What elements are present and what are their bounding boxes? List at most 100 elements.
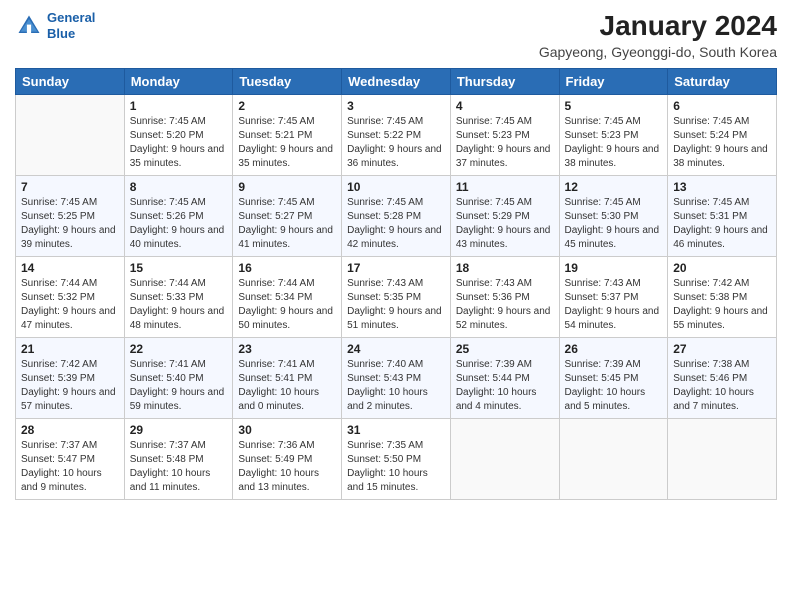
calendar-cell: 11 Sunrise: 7:45 AMSunset: 5:29 PMDayligh… bbox=[450, 176, 559, 257]
day-number: 6 bbox=[673, 99, 771, 113]
calendar-week-row: 7 Sunrise: 7:45 AMSunset: 5:25 PMDaylight… bbox=[16, 176, 777, 257]
calendar-cell: 24 Sunrise: 7:40 AMSunset: 5:43 PMDayligh… bbox=[342, 338, 451, 419]
calendar-week-row: 21Sunrise: 7:42 AMSunset: 5:39 PMDayligh… bbox=[16, 338, 777, 419]
day-number: 9 bbox=[238, 180, 336, 194]
calendar-week-row: 28 Sunrise: 7:37 AMSunset: 5:47 PMDayligh… bbox=[16, 419, 777, 500]
day-info: Sunrise: 7:45 AMSunset: 5:29 PMDaylight:… bbox=[456, 196, 554, 252]
day-number: 1 bbox=[130, 99, 228, 113]
calendar-cell: 18 Sunrise: 7:43 AMSunset: 5:36 PMDayligh… bbox=[450, 257, 559, 338]
calendar-table: SundayMondayTuesdayWednesdayThursdayFrid… bbox=[15, 68, 777, 500]
day-number: 17 bbox=[347, 261, 445, 275]
day-info: Sunrise: 7:37 AMSunset: 5:47 PMDaylight:… bbox=[21, 439, 119, 495]
calendar-cell: 29 Sunrise: 7:37 AMSunset: 5:48 PMDayligh… bbox=[124, 419, 233, 500]
calendar-cell: 27Sunrise: 7:38 AMSunset: 5:46 PMDayligh… bbox=[668, 338, 777, 419]
calendar-cell: 5 Sunrise: 7:45 AMSunset: 5:23 PMDaylight… bbox=[559, 95, 668, 176]
day-info: Sunrise: 7:45 AMSunset: 5:23 PMDaylight:… bbox=[565, 115, 663, 171]
calendar-week-row: 1 Sunrise: 7:45 AMSunset: 5:20 PMDaylight… bbox=[16, 95, 777, 176]
calendar-cell: 16Sunrise: 7:44 AMSunset: 5:34 PMDayligh… bbox=[233, 257, 342, 338]
day-info: Sunrise: 7:42 AMSunset: 5:39 PMDaylight:… bbox=[21, 358, 119, 414]
day-number: 2 bbox=[238, 99, 336, 113]
day-info: Sunrise: 7:45 AMSunset: 5:21 PMDaylight:… bbox=[238, 115, 336, 171]
weekday-header: Sunday bbox=[16, 69, 125, 95]
logo-line2: Blue bbox=[47, 26, 75, 41]
day-number: 11 bbox=[456, 180, 554, 194]
day-number: 5 bbox=[565, 99, 663, 113]
calendar-cell: 2 Sunrise: 7:45 AMSunset: 5:21 PMDaylight… bbox=[233, 95, 342, 176]
calendar-cell: 4 Sunrise: 7:45 AMSunset: 5:23 PMDaylight… bbox=[450, 95, 559, 176]
calendar-cell: 25 Sunrise: 7:39 AMSunset: 5:44 PMDayligh… bbox=[450, 338, 559, 419]
calendar-cell bbox=[668, 419, 777, 500]
day-number: 3 bbox=[347, 99, 445, 113]
calendar-cell: 10Sunrise: 7:45 AMSunset: 5:28 PMDayligh… bbox=[342, 176, 451, 257]
day-info: Sunrise: 7:45 AMSunset: 5:20 PMDaylight:… bbox=[130, 115, 228, 171]
calendar-body: 1 Sunrise: 7:45 AMSunset: 5:20 PMDaylight… bbox=[16, 95, 777, 500]
day-info: Sunrise: 7:41 AMSunset: 5:40 PMDaylight:… bbox=[130, 358, 228, 414]
day-number: 8 bbox=[130, 180, 228, 194]
day-info: Sunrise: 7:43 AMSunset: 5:35 PMDaylight:… bbox=[347, 277, 445, 333]
day-number: 13 bbox=[673, 180, 771, 194]
day-info: Sunrise: 7:45 AMSunset: 5:27 PMDaylight:… bbox=[238, 196, 336, 252]
day-info: Sunrise: 7:42 AMSunset: 5:38 PMDaylight:… bbox=[673, 277, 771, 333]
logo: General Blue bbox=[15, 10, 95, 41]
main-title: January 2024 bbox=[539, 10, 777, 42]
day-info: Sunrise: 7:39 AMSunset: 5:45 PMDaylight:… bbox=[565, 358, 663, 414]
calendar-cell: 31Sunrise: 7:35 AMSunset: 5:50 PMDayligh… bbox=[342, 419, 451, 500]
calendar-cell: 9 Sunrise: 7:45 AMSunset: 5:27 PMDaylight… bbox=[233, 176, 342, 257]
calendar-cell: 8 Sunrise: 7:45 AMSunset: 5:26 PMDaylight… bbox=[124, 176, 233, 257]
calendar-cell: 7 Sunrise: 7:45 AMSunset: 5:25 PMDaylight… bbox=[16, 176, 125, 257]
calendar-week-row: 14Sunrise: 7:44 AMSunset: 5:32 PMDayligh… bbox=[16, 257, 777, 338]
day-info: Sunrise: 7:37 AMSunset: 5:48 PMDaylight:… bbox=[130, 439, 228, 495]
day-number: 18 bbox=[456, 261, 554, 275]
day-number: 26 bbox=[565, 342, 663, 356]
calendar-cell: 23Sunrise: 7:41 AMSunset: 5:41 PMDayligh… bbox=[233, 338, 342, 419]
weekday-header: Tuesday bbox=[233, 69, 342, 95]
day-number: 31 bbox=[347, 423, 445, 437]
day-info: Sunrise: 7:45 AMSunset: 5:25 PMDaylight:… bbox=[21, 196, 119, 252]
day-number: 7 bbox=[21, 180, 119, 194]
logo-line1: General bbox=[47, 10, 95, 25]
day-info: Sunrise: 7:40 AMSunset: 5:43 PMDaylight:… bbox=[347, 358, 445, 414]
page: General Blue January 2024 Gapyeong, Gyeo… bbox=[0, 0, 792, 612]
weekday-row: SundayMondayTuesdayWednesdayThursdayFrid… bbox=[16, 69, 777, 95]
calendar-cell: 13 Sunrise: 7:45 AMSunset: 5:31 PMDayligh… bbox=[668, 176, 777, 257]
weekday-header: Thursday bbox=[450, 69, 559, 95]
day-number: 12 bbox=[565, 180, 663, 194]
calendar-cell: 20Sunrise: 7:42 AMSunset: 5:38 PMDayligh… bbox=[668, 257, 777, 338]
day-info: Sunrise: 7:38 AMSunset: 5:46 PMDaylight:… bbox=[673, 358, 771, 414]
day-info: Sunrise: 7:39 AMSunset: 5:44 PMDaylight:… bbox=[456, 358, 554, 414]
calendar-header: SundayMondayTuesdayWednesdayThursdayFrid… bbox=[16, 69, 777, 95]
calendar-cell: 14Sunrise: 7:44 AMSunset: 5:32 PMDayligh… bbox=[16, 257, 125, 338]
day-number: 28 bbox=[21, 423, 119, 437]
day-number: 23 bbox=[238, 342, 336, 356]
calendar-cell: 22 Sunrise: 7:41 AMSunset: 5:40 PMDayligh… bbox=[124, 338, 233, 419]
day-number: 24 bbox=[347, 342, 445, 356]
day-number: 19 bbox=[565, 261, 663, 275]
day-number: 4 bbox=[456, 99, 554, 113]
day-info: Sunrise: 7:45 AMSunset: 5:31 PMDaylight:… bbox=[673, 196, 771, 252]
logo-text: General Blue bbox=[47, 10, 95, 41]
calendar-cell bbox=[559, 419, 668, 500]
weekday-header: Saturday bbox=[668, 69, 777, 95]
calendar-cell: 30Sunrise: 7:36 AMSunset: 5:49 PMDayligh… bbox=[233, 419, 342, 500]
calendar-cell: 6 Sunrise: 7:45 AMSunset: 5:24 PMDaylight… bbox=[668, 95, 777, 176]
calendar-cell: 26 Sunrise: 7:39 AMSunset: 5:45 PMDayligh… bbox=[559, 338, 668, 419]
calendar-cell: 12Sunrise: 7:45 AMSunset: 5:30 PMDayligh… bbox=[559, 176, 668, 257]
weekday-header: Wednesday bbox=[342, 69, 451, 95]
day-info: Sunrise: 7:43 AMSunset: 5:37 PMDaylight:… bbox=[565, 277, 663, 333]
day-info: Sunrise: 7:45 AMSunset: 5:26 PMDaylight:… bbox=[130, 196, 228, 252]
weekday-header: Monday bbox=[124, 69, 233, 95]
calendar-cell: 19 Sunrise: 7:43 AMSunset: 5:37 PMDayligh… bbox=[559, 257, 668, 338]
calendar-cell: 28 Sunrise: 7:37 AMSunset: 5:47 PMDayligh… bbox=[16, 419, 125, 500]
day-number: 25 bbox=[456, 342, 554, 356]
logo-icon bbox=[15, 12, 43, 40]
header: General Blue January 2024 Gapyeong, Gyeo… bbox=[15, 10, 777, 60]
day-info: Sunrise: 7:45 AMSunset: 5:24 PMDaylight:… bbox=[673, 115, 771, 171]
day-number: 29 bbox=[130, 423, 228, 437]
day-info: Sunrise: 7:45 AMSunset: 5:23 PMDaylight:… bbox=[456, 115, 554, 171]
day-info: Sunrise: 7:43 AMSunset: 5:36 PMDaylight:… bbox=[456, 277, 554, 333]
day-number: 10 bbox=[347, 180, 445, 194]
day-number: 14 bbox=[21, 261, 119, 275]
title-block: January 2024 Gapyeong, Gyeonggi-do, Sout… bbox=[539, 10, 777, 60]
day-number: 22 bbox=[130, 342, 228, 356]
day-number: 15 bbox=[130, 261, 228, 275]
